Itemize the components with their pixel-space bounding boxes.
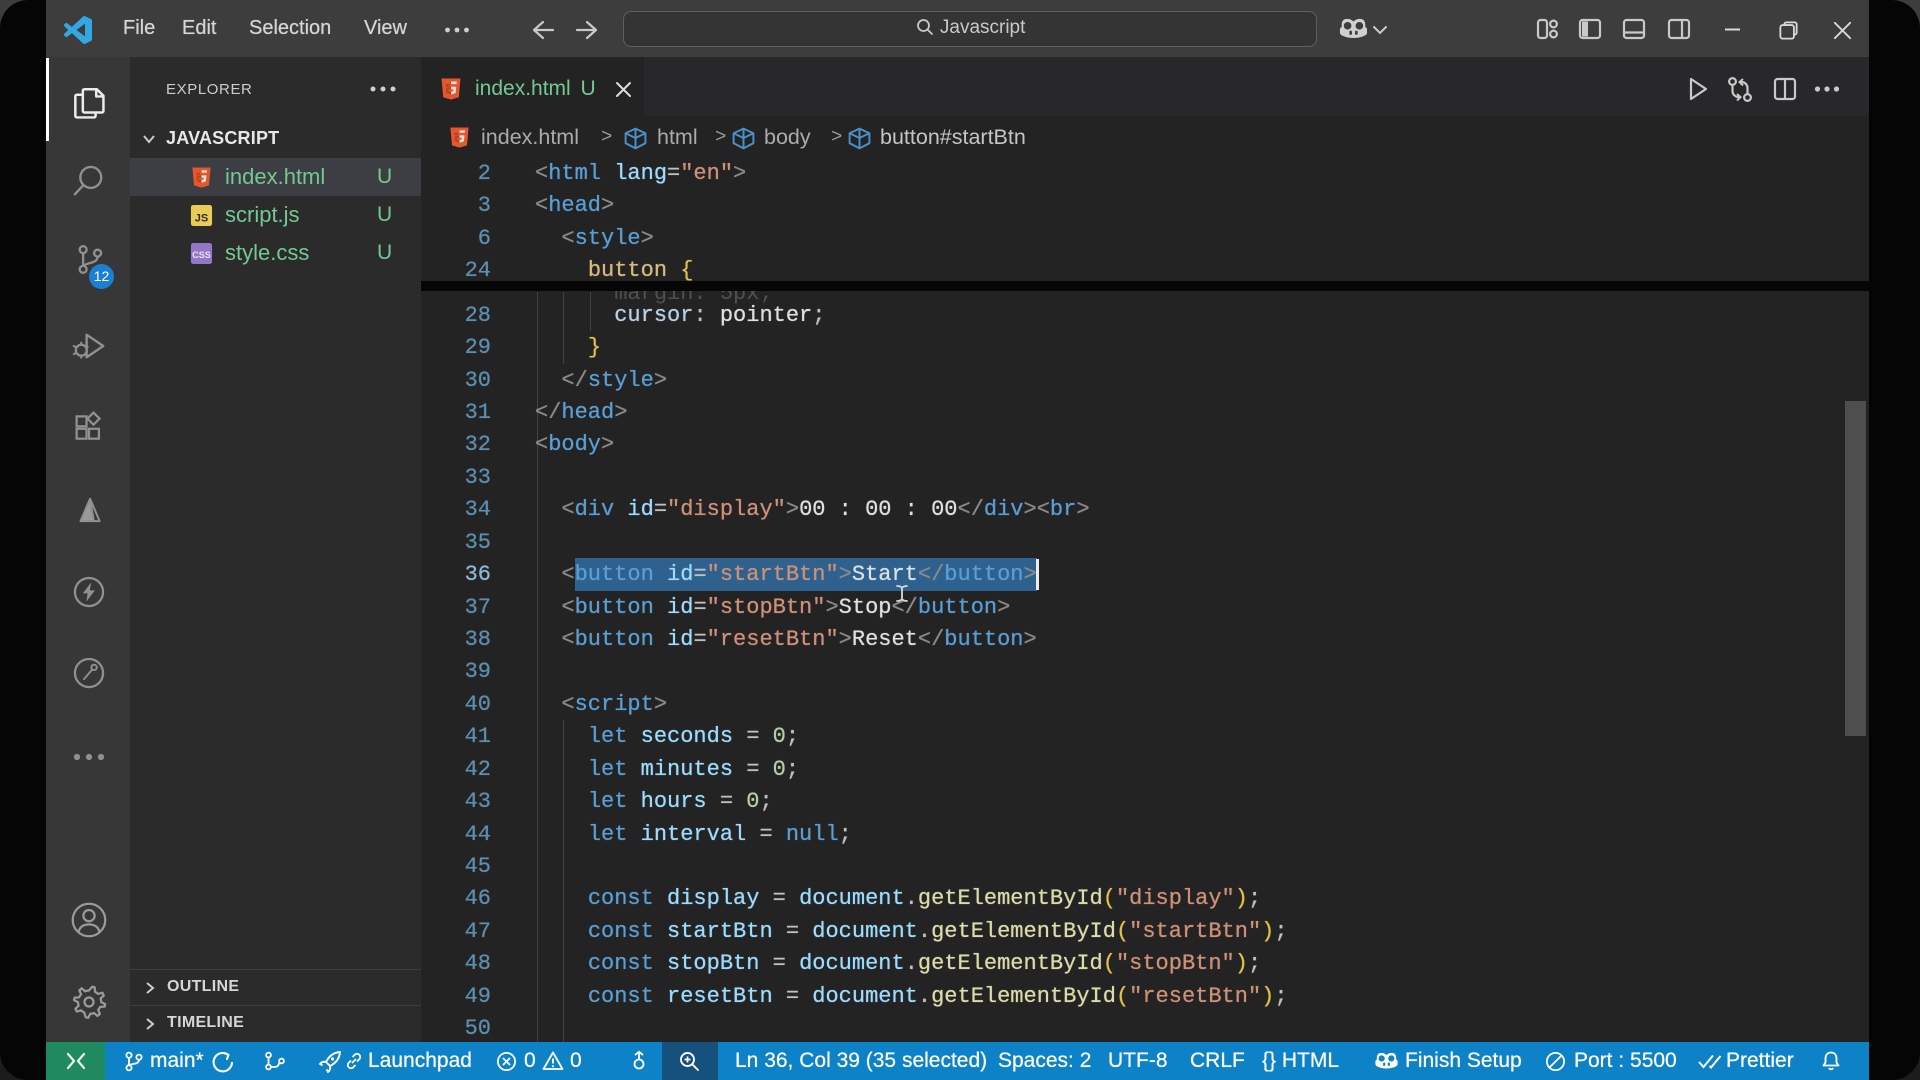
svg-text:CSS: CSS <box>192 250 211 260</box>
svg-text:JS: JS <box>195 213 208 225</box>
